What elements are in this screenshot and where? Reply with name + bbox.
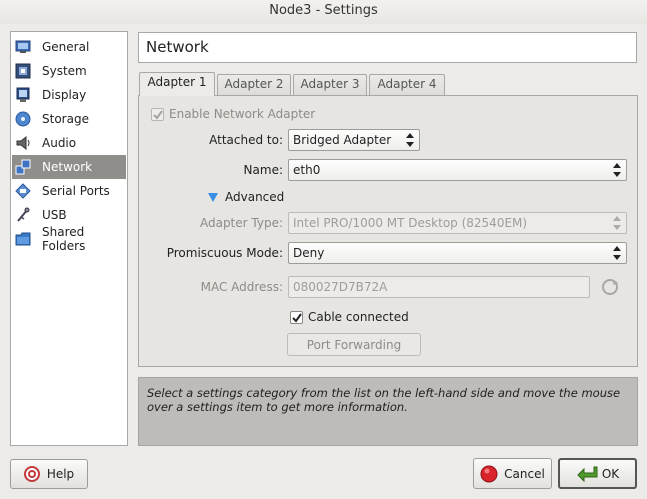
enable-adapter-label: Enable Network Adapter	[169, 107, 316, 121]
advanced-toggle[interactable]: Advanced	[225, 190, 284, 204]
sidebar-item-storage[interactable]: Storage	[12, 107, 126, 131]
checkmark-icon	[292, 313, 302, 323]
cable-connected-label: Cable connected	[308, 310, 409, 324]
sidebar-item-label: Shared Folders	[42, 225, 86, 253]
usb-icon	[15, 207, 31, 223]
sidebar-item-label: Network	[42, 160, 93, 174]
name-label: Name:	[243, 163, 283, 177]
promiscuous-mode-value: Deny	[293, 246, 325, 260]
category-sidebar: General System Display Storage Audio Net…	[10, 31, 128, 446]
updown-arrows-icon	[613, 246, 621, 260]
sidebar-item-serial-ports[interactable]: Serial Ports	[12, 179, 126, 203]
ok-arrow-icon	[577, 466, 598, 482]
sidebar-item-system[interactable]: System	[12, 59, 126, 83]
promiscuous-mode-label: Promiscuous Mode:	[166, 246, 283, 260]
sidebar-item-label: General	[42, 40, 90, 54]
tab-adapter-3[interactable]: Adapter 3	[293, 74, 367, 95]
sidebar-item-label: Audio	[42, 136, 77, 150]
help-button[interactable]: Help	[10, 459, 88, 489]
updown-arrows-icon	[613, 163, 621, 177]
attached-to-value: Bridged Adapter	[293, 133, 392, 147]
cancel-icon	[480, 465, 498, 482]
audio-icon	[15, 135, 31, 151]
cancel-button[interactable]: Cancel	[473, 458, 552, 489]
page-title: Network	[138, 32, 637, 63]
sidebar-item-display[interactable]: Display	[12, 83, 126, 107]
tab-adapter-2[interactable]: Adapter 2	[217, 74, 291, 95]
updown-arrows-icon	[613, 216, 621, 230]
sidebar-item-label: Display	[42, 88, 87, 102]
tab-adapter-4[interactable]: Adapter 4	[369, 74, 445, 95]
refresh-mac-icon[interactable]	[601, 278, 619, 296]
port-forwarding-button[interactable]: Port Forwarding	[287, 333, 421, 356]
enable-adapter-checkbox[interactable]	[151, 108, 164, 121]
ok-label: OK	[601, 466, 620, 481]
tab-adapter-1[interactable]: Adapter 1	[139, 72, 215, 96]
shared-folders-icon	[15, 231, 31, 247]
sidebar-item-audio[interactable]: Audio	[12, 131, 126, 155]
display-icon	[15, 87, 31, 103]
network-icon	[15, 159, 31, 175]
adapter-type-select[interactable]: Intel PRO/1000 MT Desktop (82540EM)	[288, 212, 627, 234]
disclosure-triangle-icon[interactable]	[208, 193, 218, 202]
promiscuous-mode-select[interactable]: Deny	[288, 242, 627, 264]
sidebar-item-usb[interactable]: USB	[12, 203, 126, 227]
cable-connected-checkbox[interactable]	[290, 311, 303, 324]
mac-address-label: MAC Address:	[200, 280, 283, 294]
attached-to-label: Attached to:	[209, 133, 283, 147]
ok-button[interactable]: OK	[558, 458, 637, 489]
general-icon	[15, 39, 31, 55]
checkmark-icon	[153, 110, 163, 120]
cancel-label: Cancel	[504, 466, 545, 481]
adapter-panel: Enable Network Adapter Attached to: Brid…	[138, 95, 638, 367]
storage-icon	[15, 111, 31, 127]
mac-address-field[interactable]: 080027D7B72A	[288, 276, 590, 298]
help-lifebuoy-icon	[23, 466, 40, 482]
adapter-type-value: Intel PRO/1000 MT Desktop (82540EM)	[293, 216, 528, 230]
attached-to-select[interactable]: Bridged Adapter	[288, 129, 420, 151]
serial-ports-icon	[15, 183, 31, 199]
sidebar-item-label: Serial Ports	[42, 184, 110, 198]
system-icon	[15, 63, 31, 79]
window-title: Node3 - Settings	[0, 0, 647, 24]
updown-arrows-icon	[406, 133, 414, 147]
sidebar-item-general[interactable]: General	[12, 35, 126, 59]
sidebar-item-label: USB	[42, 208, 67, 222]
adapter-type-label: Adapter Type:	[199, 216, 283, 230]
help-label: Help	[46, 467, 75, 481]
port-forwarding-label: Port Forwarding	[306, 337, 402, 352]
name-select[interactable]: eth0	[288, 159, 627, 181]
info-description: Select a settings category from the list…	[138, 377, 638, 446]
sidebar-item-network[interactable]: Network	[12, 155, 126, 179]
sidebar-item-shared-folders[interactable]: Shared Folders	[12, 225, 126, 253]
sidebar-item-label: Storage	[42, 112, 89, 126]
name-value: eth0	[293, 163, 321, 177]
sidebar-item-label: System	[42, 64, 87, 78]
